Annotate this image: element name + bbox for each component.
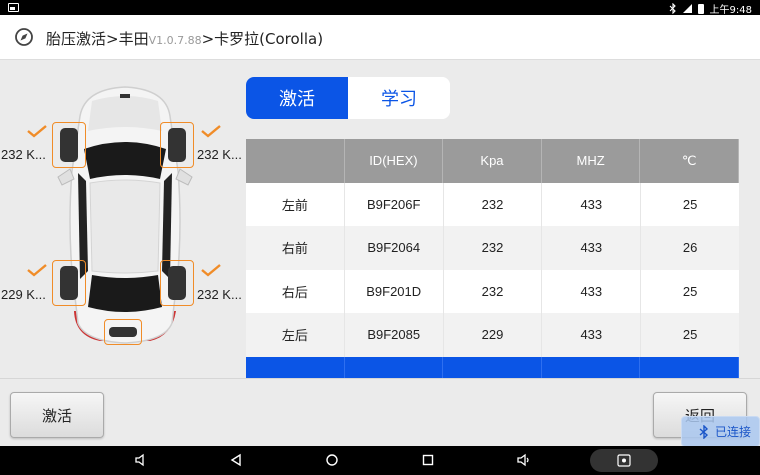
pressure-front-right: 232 K... [197, 147, 242, 162]
activate-button[interactable]: 激活 [10, 392, 104, 438]
tire-spare[interactable] [104, 319, 142, 345]
cell-id: B9F201D [344, 269, 444, 313]
status-bar: 上午9:48 [0, 0, 760, 16]
bottom-toolbar: 激活 返回 已连接 [0, 378, 760, 447]
cell-mhz: 433 [542, 226, 642, 270]
cell-empty [344, 356, 444, 381]
table-row[interactable]: 右后 B9F201D 232 433 25 [246, 269, 739, 313]
cell-mhz: 433 [542, 313, 642, 357]
header-kpa: Kpa [443, 139, 542, 183]
wifi-signal-icon [682, 4, 692, 13]
volume-down-icon[interactable] [134, 453, 148, 467]
volume-up-icon[interactable] [517, 453, 531, 467]
car-diagram: 232 K... 232 K... 229 K... 232 K... [0, 61, 245, 379]
cell-id: B9F2064 [344, 226, 444, 270]
tab-activate[interactable]: 激活 [246, 77, 348, 119]
title-prefix: 胎压激活>丰田 [46, 30, 149, 48]
cell-kpa: 232 [443, 269, 543, 313]
home-icon[interactable] [325, 453, 339, 467]
page-title: 胎压激活>丰田V1.0.7.88>卡罗拉(Corolla) [46, 28, 323, 49]
header-temp: ℃ [640, 139, 739, 183]
mode-tabs: 激活 学习 [246, 77, 450, 119]
battery-icon [697, 3, 704, 14]
header-position [246, 139, 345, 183]
compass-icon [15, 28, 33, 46]
cell-temp: 26 [641, 226, 739, 270]
cell-kpa: 229 [443, 313, 543, 357]
connection-status-label: 已连接 [714, 425, 751, 439]
cell-position: 右后 [246, 269, 345, 313]
cell-mhz: 433 [542, 182, 642, 226]
tire-rear-left[interactable] [52, 260, 86, 306]
table-row[interactable]: 右前 B9F2064 232 433 26 [246, 226, 739, 270]
screenshot-icon [617, 454, 631, 467]
recent-apps-icon[interactable] [421, 453, 435, 467]
tab-learn[interactable]: 学习 [348, 77, 450, 119]
check-icon [27, 125, 47, 138]
tire-front-left[interactable] [52, 122, 86, 168]
tire-icon [60, 128, 78, 162]
tire-icon [168, 128, 186, 162]
tire-rear-right[interactable] [160, 260, 194, 306]
cell-position: 左前 [246, 182, 345, 226]
table-row[interactable]: 左后 B9F2085 229 433 25 [246, 313, 739, 357]
bluetooth-icon [669, 3, 676, 14]
table-row-selected[interactable] [246, 356, 739, 381]
cell-empty [640, 356, 739, 381]
pressure-rear-left: 229 K... [1, 287, 46, 302]
cell-empty [541, 356, 641, 381]
version-label: V1.0.7.88 [148, 34, 202, 47]
connection-status-badge: 已连接 [681, 416, 760, 447]
pressure-front-left: 232 K... [1, 147, 46, 162]
bluetooth-icon [699, 424, 709, 439]
navigation-bar [0, 446, 760, 475]
header-mhz: MHZ [541, 139, 641, 183]
tire-icon [60, 266, 78, 300]
check-icon [27, 264, 47, 277]
cell-temp: 25 [641, 269, 739, 313]
notification-icon [8, 3, 19, 12]
tire-icon [109, 327, 137, 337]
title-suffix: >卡罗拉(Corolla) [201, 30, 324, 48]
cell-empty [246, 356, 345, 381]
cell-temp: 25 [641, 313, 739, 357]
tire-icon [168, 266, 186, 300]
check-icon [201, 264, 221, 277]
status-bar-right: 上午9:48 [669, 1, 752, 16]
cell-position: 右前 [246, 226, 345, 270]
title-bar: 胎压激活>丰田V1.0.7.88>卡罗拉(Corolla) [0, 15, 760, 60]
table-header: ID(HEX) Kpa MHZ ℃ [246, 139, 739, 183]
sensor-table: ID(HEX) Kpa MHZ ℃ 左前 B9F206F 232 433 25 … [246, 139, 739, 381]
screenshot-pill[interactable] [590, 449, 658, 472]
cell-kpa: 232 [443, 226, 543, 270]
pressure-rear-right: 232 K... [197, 287, 242, 302]
clock: 上午9:48 [709, 5, 752, 16]
check-icon [201, 125, 221, 138]
header-id: ID(HEX) [344, 139, 444, 183]
back-icon[interactable] [229, 453, 243, 467]
cell-kpa: 232 [443, 182, 543, 226]
table-row[interactable]: 左前 B9F206F 232 433 25 [246, 182, 739, 226]
tire-front-right[interactable] [160, 122, 194, 168]
cell-id: B9F2085 [344, 313, 444, 357]
cell-temp: 25 [641, 182, 739, 226]
cell-id: B9F206F [344, 182, 444, 226]
cell-mhz: 433 [542, 269, 642, 313]
cell-empty [443, 356, 542, 381]
cell-position: 左后 [246, 313, 345, 357]
